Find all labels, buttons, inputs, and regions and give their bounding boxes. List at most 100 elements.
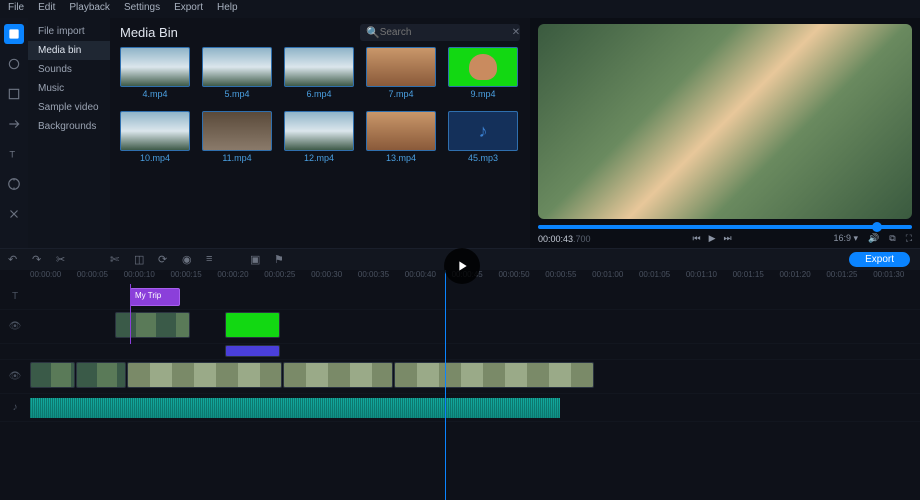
track-overlay-head[interactable]: 👁 <box>0 310 30 343</box>
export-button[interactable]: Export <box>849 252 910 267</box>
track-audio-head[interactable]: ♪ <box>0 394 30 421</box>
big-play-button[interactable] <box>444 248 480 284</box>
nav-sounds[interactable]: Sounds <box>28 60 110 79</box>
clip-thumbnail[interactable] <box>202 47 272 87</box>
color-icon[interactable]: ◉ <box>182 253 196 267</box>
nav-media-bin[interactable]: Media bin <box>28 41 110 60</box>
clip-thumbnail[interactable] <box>448 47 518 87</box>
menu-help[interactable]: Help <box>217 2 238 16</box>
tool-more-icon[interactable] <box>4 204 24 224</box>
ruler-mark: 00:00:25 <box>264 270 311 284</box>
play-icon[interactable]: ▶ <box>709 233 716 244</box>
clip-thumbnail[interactable] <box>120 47 190 87</box>
clip-thumbnail[interactable] <box>366 111 436 151</box>
undo-icon[interactable]: ↶ <box>8 253 22 267</box>
clip-thumbnail[interactable] <box>120 111 190 151</box>
ruler-mark: 00:00:10 <box>124 270 171 284</box>
nav-file-import[interactable]: File import <box>28 22 110 41</box>
ruler-mark: 00:01:20 <box>780 270 827 284</box>
media-clip[interactable]: 13.mp4 <box>366 111 436 163</box>
speed-icon[interactable]: ≡ <box>206 253 220 267</box>
menu-export[interactable]: Export <box>174 2 203 16</box>
clip-thumbnail[interactable] <box>366 47 436 87</box>
track-overlay: 👁 <box>0 310 920 344</box>
video-clip-3[interactable] <box>127 362 282 388</box>
tool-filters-icon[interactable] <box>4 54 24 74</box>
media-clip[interactable]: ♪ 45.mp3 <box>448 111 518 163</box>
clip-thumbnail[interactable] <box>202 111 272 151</box>
video-clip-1[interactable] <box>30 362 75 388</box>
delete-icon[interactable]: ✂ <box>56 253 70 267</box>
audio-clip[interactable] <box>30 398 560 418</box>
timecode: 00:00:43.700 <box>538 234 591 244</box>
rotate-icon[interactable]: ⟳ <box>158 253 172 267</box>
tool-titles-icon[interactable] <box>4 84 24 104</box>
fullscreen-icon[interactable]: ⛶ <box>906 233 912 244</box>
media-clip[interactable]: 9.mp4 <box>448 47 518 99</box>
bin-title: Media Bin <box>120 25 178 40</box>
scrub-head[interactable] <box>872 222 882 232</box>
clip-thumbnail[interactable]: ♪ <box>448 111 518 151</box>
aspect-ratio[interactable]: 16:9 ▾ <box>833 233 858 244</box>
ruler-mark: 00:00:55 <box>545 270 592 284</box>
menu-file[interactable]: File <box>8 2 24 16</box>
side-nav: File import Media bin Sounds Music Sampl… <box>28 18 110 248</box>
tool-text-icon[interactable]: T <box>4 144 24 164</box>
title-clip[interactable]: My Trip <box>130 288 180 306</box>
tool-import-icon[interactable] <box>4 24 24 44</box>
clip-label: 12.mp4 <box>284 153 354 163</box>
media-clip[interactable]: 10.mp4 <box>120 111 190 163</box>
clip-label: 4.mp4 <box>120 89 190 99</box>
video-clip-2[interactable] <box>76 362 126 388</box>
search-box[interactable]: 🔍 ✕ <box>360 24 520 41</box>
tool-stabilize-icon[interactable] <box>4 174 24 194</box>
tool-transitions-icon[interactable] <box>4 114 24 134</box>
clip-label: 10.mp4 <box>120 153 190 163</box>
next-frame-icon[interactable]: ⏭ <box>723 233 731 244</box>
overlay-clip-1[interactable] <box>115 312 190 338</box>
cut-icon[interactable]: ✄ <box>110 253 124 267</box>
clip-thumbnail[interactable] <box>284 47 354 87</box>
volume-icon[interactable]: 🔊 <box>868 233 879 244</box>
media-clip[interactable]: 7.mp4 <box>366 47 436 99</box>
ruler-mark: 00:01:30 <box>873 270 920 284</box>
preview-video[interactable] <box>538 24 912 219</box>
track-video-head[interactable]: 👁 <box>0 360 30 393</box>
tool-column: T <box>0 18 28 248</box>
media-clip[interactable]: 11.mp4 <box>202 111 272 163</box>
menu-settings[interactable]: Settings <box>124 2 160 16</box>
track-audio: ♪ <box>0 394 920 422</box>
clip-label: 5.mp4 <box>202 89 272 99</box>
menu-edit[interactable]: Edit <box>38 2 55 16</box>
ruler-mark: 00:00:00 <box>30 270 77 284</box>
record-icon[interactable]: ▣ <box>250 253 264 267</box>
overlay-clip-2[interactable] <box>225 312 280 338</box>
track-title-head[interactable]: T <box>0 284 30 309</box>
media-clip[interactable]: 6.mp4 <box>284 47 354 99</box>
search-input[interactable] <box>380 27 512 38</box>
preview-scrubber[interactable] <box>538 225 912 229</box>
video-clip-5[interactable] <box>394 362 594 388</box>
media-clip[interactable]: 4.mp4 <box>120 47 190 99</box>
clip-label: 6.mp4 <box>284 89 354 99</box>
prev-frame-icon[interactable]: ⏮ <box>692 233 700 244</box>
marker-icon[interactable]: ⚑ <box>274 253 288 267</box>
overlay-bg-clip[interactable] <box>225 345 280 357</box>
clear-search-icon[interactable]: ✕ <box>512 27 520 38</box>
video-clip-4[interactable] <box>283 362 393 388</box>
crop-icon[interactable]: ◫ <box>134 253 148 267</box>
clip-label: 9.mp4 <box>448 89 518 99</box>
clip-thumbnail[interactable] <box>284 111 354 151</box>
menu-playback[interactable]: Playback <box>69 2 110 16</box>
nav-sample-video[interactable]: Sample video <box>28 98 110 117</box>
snapshot-icon[interactable]: ⧉ <box>889 233 895 244</box>
ruler-mark: 00:00:30 <box>311 270 358 284</box>
nav-music[interactable]: Music <box>28 79 110 98</box>
clip-label: 45.mp3 <box>448 153 518 163</box>
nav-backgrounds[interactable]: Backgrounds <box>28 117 110 136</box>
track-title: T My Trip <box>0 284 920 310</box>
media-clip[interactable]: 12.mp4 <box>284 111 354 163</box>
redo-icon[interactable]: ↷ <box>32 253 46 267</box>
media-clip[interactable]: 5.mp4 <box>202 47 272 99</box>
track-overlay-2 <box>0 344 920 360</box>
